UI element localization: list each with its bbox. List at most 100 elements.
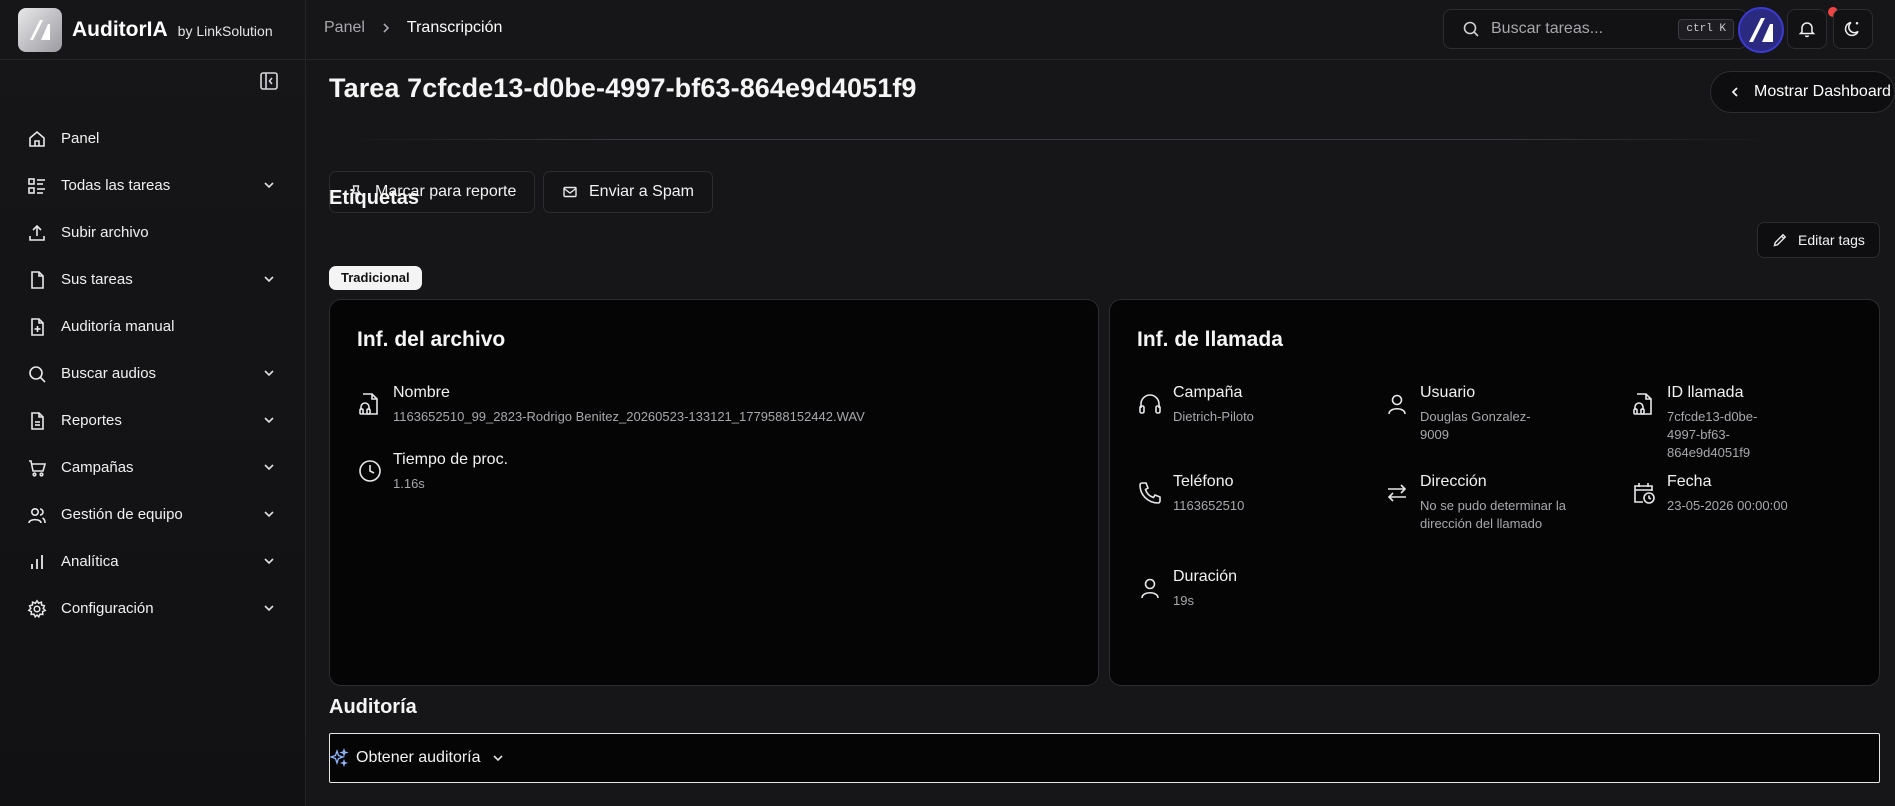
field-label: Usuario [1420, 384, 1476, 401]
sidebar-item-gestion-de-equipo[interactable]: Gestión de equipo [16, 491, 286, 538]
user-icon [1388, 394, 1406, 415]
call-info-title: Inf. de llamada [1137, 328, 1283, 351]
chevron-down-icon [264, 182, 274, 189]
bell-icon [1798, 22, 1816, 38]
edit-tags-button[interactable]: Editar tags [1757, 222, 1880, 258]
sparkles-icon [329, 748, 349, 768]
chevron-down-icon [264, 276, 274, 283]
field-label: Dirección [1420, 473, 1487, 490]
sidebar-item-label: Configuración [61, 600, 154, 617]
chevron-left-icon [1731, 87, 1738, 97]
sidebar-item-panel[interactable]: Panel [16, 115, 286, 162]
sidebar-item-label: Campañas [61, 459, 134, 476]
calendar-clock-icon [1634, 483, 1655, 504]
report-icon [31, 411, 44, 430]
sidebar-item-buscar-audios[interactable]: Buscar audios [16, 350, 286, 397]
field-value: 4997-bf63- [1667, 427, 1730, 442]
chevron-down-icon [264, 464, 274, 471]
sidebar-item-todas-las-tareas[interactable]: Todas las tareas [16, 162, 286, 209]
mail-icon [563, 186, 577, 198]
breadcrumb-transcripcion: Transcripción [406, 19, 503, 36]
sidebar-item-label: Subir archivo [61, 224, 149, 241]
field-value: 1163652510_99_2823-Rodrigo Benitez_20260… [393, 409, 865, 424]
brand-subtitle: by LinkSolution [177, 23, 273, 39]
upload-icon [29, 224, 45, 241]
top-bar: Panel Transcripción ctrl K [307, 0, 1895, 60]
send-spam-label: Enviar a Spam [589, 183, 694, 200]
brand-logo [18, 7, 62, 52]
field-value: 9009 [1420, 427, 1449, 442]
phone-field: Teléfono 1163652510 [1137, 473, 1244, 515]
field-label: Tiempo de proc. [393, 451, 509, 468]
field-value: 19s [1173, 593, 1194, 608]
field-value: 23-05-2026 00:00:00 [1667, 498, 1788, 513]
file-audio-icon [359, 393, 378, 415]
field-label: Campaña [1173, 384, 1243, 401]
divider [338, 139, 1778, 140]
field-value: Dietrich-Piloto [1173, 409, 1254, 424]
sidebar-item-reportes[interactable]: Reportes [16, 397, 286, 444]
duration-field: Duración 19s [1137, 568, 1237, 610]
user-field: Usuario Douglas Gonzalez- 9009 [1384, 384, 1531, 444]
date-field: Fecha 23-05-2026 00:00:00 [1631, 473, 1788, 515]
brand-name: AuditorIA [72, 17, 168, 41]
cart-icon [29, 459, 47, 477]
send-spam-button[interactable]: Enviar a Spam [543, 171, 713, 213]
field-label: Nombre [393, 384, 450, 401]
field-label: Fecha [1667, 473, 1712, 490]
campaign-field: Campaña Dietrich-Piloto [1137, 384, 1254, 426]
sidebar-item-auditoria-manual[interactable]: Auditoría manual [16, 303, 286, 350]
search-box[interactable]: ctrl K [1443, 9, 1747, 49]
field-value: 864e9d4051f9 [1667, 445, 1751, 460]
field-label: Duración [1173, 568, 1238, 585]
file-info-title: Inf. del archivo [357, 328, 506, 351]
field-value: 1163652510 [1173, 498, 1245, 513]
audit-title: Auditoría [329, 696, 417, 718]
chevron-down-icon [264, 605, 274, 612]
tag-badge[interactable]: Tradicional [329, 266, 422, 290]
file-audio-icon [1633, 393, 1652, 415]
chevron-down-icon [492, 755, 503, 762]
avatar[interactable] [1738, 7, 1784, 53]
sidebar-item-label: Auditoría manual [61, 318, 175, 335]
sidebar-nav: Panel Todas las tareas Subir archivo Sus… [16, 115, 286, 632]
edit-tags-label: Editar tags [1798, 232, 1865, 248]
processing-time-field: Tiempo de proc. 1.16s [357, 451, 508, 493]
file-plus-icon [31, 317, 44, 336]
bar-chart-icon [31, 554, 43, 569]
clock-icon [359, 460, 381, 482]
sidebar-item-label: Sus tareas [61, 271, 133, 288]
call-info-card: Inf. de llamada Campaña Dietrich-Piloto … [1109, 299, 1880, 686]
chevron-down-icon [264, 511, 274, 518]
theme-toggle-button[interactable] [1833, 9, 1873, 49]
sidebar-collapse-icon[interactable] [259, 71, 281, 93]
file-icon [31, 270, 44, 289]
field-label: ID llamada [1667, 384, 1744, 401]
sidebar-item-subir-archivo[interactable]: Subir archivo [16, 209, 286, 256]
sidebar-item-campanas[interactable]: Campañas [16, 444, 286, 491]
get-audit-label: Obtener auditoría [356, 749, 481, 766]
pencil-icon [1773, 233, 1787, 247]
brand[interactable]: AuditorIA by LinkSolution [0, 0, 306, 60]
field-label: Teléfono [1173, 473, 1234, 490]
sidebar-item-configuracion[interactable]: Configuración [16, 585, 286, 632]
sidebar-item-label: Analítica [61, 553, 119, 570]
field-value: 1.16s [393, 476, 425, 491]
sidebar-item-label: Reportes [61, 412, 122, 429]
sidebar-item-analitica[interactable]: Analítica [16, 538, 286, 585]
search-input[interactable] [1491, 20, 1671, 38]
headphones-icon [1139, 394, 1161, 414]
show-dashboard-button[interactable]: Mostrar Dashboard [1710, 71, 1895, 113]
list-icon [28, 177, 45, 194]
phone-icon [1139, 482, 1161, 504]
chevron-down-icon [264, 370, 274, 377]
breadcrumb-panel[interactable]: Panel [324, 19, 365, 37]
notifications-button[interactable] [1787, 9, 1827, 49]
sidebar-item-sus-tareas[interactable]: Sus tareas [16, 256, 286, 303]
tags-title: Etiquetas [329, 187, 420, 209]
gear-icon [27, 598, 47, 618]
get-audit-button[interactable]: Obtener auditoría [329, 733, 1880, 783]
moon-icon [1844, 21, 1859, 37]
sidebar-item-label: Todas las tareas [61, 177, 171, 194]
chevron-right-icon [383, 23, 390, 33]
